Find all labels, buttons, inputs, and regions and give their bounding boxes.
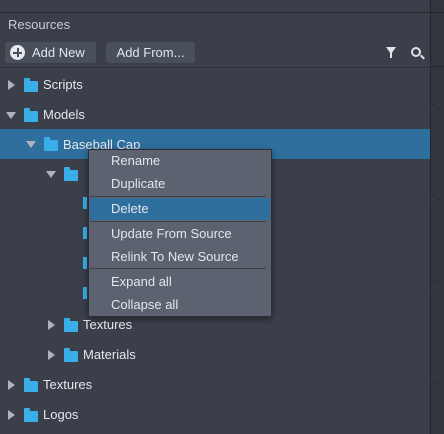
adjacent-viewport-edge — [430, 0, 444, 434]
tree-item-label: Logos — [43, 407, 79, 422]
grid-line — [430, 192, 442, 201]
menu-item-label: Collapse all — [111, 297, 179, 312]
resources-panel: Resources Add New Add From... Scripts Mo… — [0, 0, 430, 434]
add-new-button[interactable]: Add New — [5, 42, 96, 63]
tree-item-label: Materials — [83, 347, 136, 362]
add-new-label: Add New — [32, 45, 85, 60]
grid-line — [430, 372, 442, 381]
tree-item-label: Textures — [83, 317, 133, 332]
folder-icon — [24, 78, 38, 92]
chevron-right-icon[interactable] — [8, 410, 15, 420]
folder-icon — [24, 378, 38, 392]
menu-separator — [90, 221, 266, 222]
tree-item-models[interactable]: Models — [0, 100, 430, 130]
chevron-right-icon[interactable] — [48, 350, 55, 360]
menu-item-label: Update From Source — [111, 226, 232, 241]
tree-item-textures[interactable]: Textures — [0, 370, 430, 400]
plus-circle-icon — [10, 45, 25, 60]
tree-item-label: Models — [43, 107, 85, 122]
file-icon — [83, 287, 87, 299]
menu-item-label: Expand all — [111, 274, 172, 289]
menu-item-label: Relink To New Source — [111, 249, 239, 264]
context-menu: Rename Duplicate Delete Update From Sour… — [88, 149, 272, 317]
folder-icon — [24, 108, 38, 122]
menu-item-update-from-source[interactable]: Update From Source — [89, 223, 271, 245]
file-icon — [83, 227, 87, 239]
menu-item-label: Delete — [111, 201, 149, 216]
chevron-down-icon[interactable] — [6, 112, 16, 119]
menu-item-label: Duplicate — [111, 176, 166, 191]
menu-separator — [90, 196, 266, 197]
toolbar: Add New Add From... — [0, 40, 430, 66]
chevron-down-icon[interactable] — [46, 171, 56, 178]
tree-divider — [0, 67, 430, 68]
menu-item-label: Rename — [111, 153, 161, 168]
folder-icon — [64, 318, 78, 332]
grid-line — [430, 102, 442, 111]
filter-icon[interactable] — [386, 47, 396, 58]
tree-item-label: Textures — [43, 377, 93, 392]
menu-separator — [90, 268, 266, 269]
search-icon[interactable] — [411, 47, 421, 57]
panel-title: Resources — [8, 17, 71, 32]
tree-item-materials-sub[interactable]: Materials — [0, 340, 430, 370]
folder-icon — [64, 348, 78, 362]
chevron-down-icon[interactable] — [26, 141, 36, 148]
chevron-right-icon[interactable] — [48, 320, 55, 330]
menu-item-collapse-all[interactable]: Collapse all — [89, 294, 271, 316]
chevron-right-icon[interactable] — [8, 80, 15, 90]
folder-icon — [44, 137, 58, 151]
file-icon — [83, 257, 87, 269]
menu-item-expand-all[interactable]: Expand all — [89, 271, 271, 293]
tree-item-label: Scripts — [43, 77, 83, 92]
tree-item-scripts[interactable]: Scripts — [0, 70, 430, 100]
divider — [430, 12, 444, 13]
menu-item-rename[interactable]: Rename — [89, 150, 271, 172]
file-icon — [83, 197, 87, 209]
add-from-button[interactable]: Add From... — [106, 42, 195, 63]
folder-icon — [24, 408, 38, 422]
tree-item-logos[interactable]: Logos — [0, 400, 430, 430]
divider — [430, 66, 444, 67]
folder-icon — [64, 167, 78, 181]
top-divider — [0, 12, 430, 13]
grid-line — [430, 282, 442, 291]
menu-item-delete[interactable]: Delete — [90, 198, 270, 220]
menu-item-relink-to-new-source[interactable]: Relink To New Source — [89, 246, 271, 268]
chevron-right-icon[interactable] — [8, 380, 15, 390]
menu-item-duplicate[interactable]: Duplicate — [89, 173, 271, 195]
